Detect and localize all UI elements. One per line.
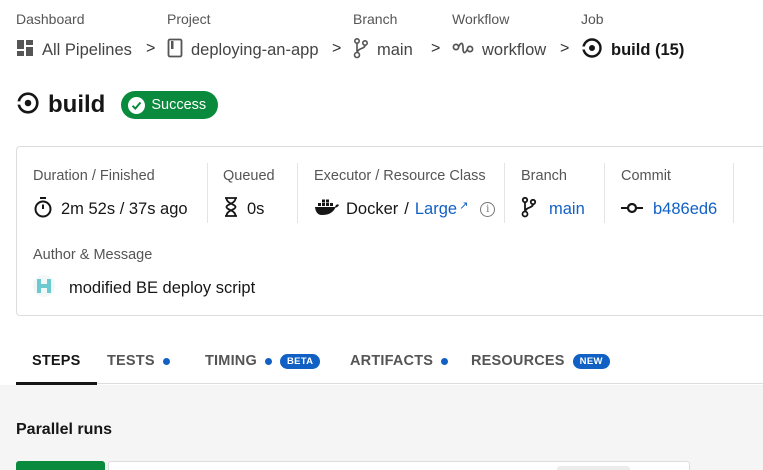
crumb-job-value[interactable]: build bbox=[611, 41, 650, 59]
branch-label: Branch bbox=[521, 168, 567, 184]
crumb-job-count: (15) bbox=[655, 40, 685, 59]
duration-label: Duration / Finished bbox=[33, 168, 155, 184]
tab-resources[interactable]: RESOURCES NEW bbox=[471, 338, 610, 384]
commit-label: Commit bbox=[621, 168, 671, 184]
chevron-right-icon: > bbox=[560, 40, 570, 57]
crumb-branch[interactable]: Branch main bbox=[353, 10, 413, 61]
stopwatch-icon bbox=[33, 196, 53, 223]
status-badge: Success bbox=[121, 91, 219, 119]
divider bbox=[604, 163, 605, 223]
dashboard-grid-icon bbox=[16, 39, 34, 62]
tab-timing[interactable]: TIMING BETA bbox=[205, 338, 321, 384]
repo-book-icon bbox=[167, 38, 183, 63]
queued-value: 0s bbox=[247, 199, 265, 218]
docker-whale-icon bbox=[314, 198, 340, 221]
divider bbox=[504, 163, 505, 223]
crumb-workflow[interactable]: Workflow workflow bbox=[452, 10, 546, 61]
branch-cell: Branch main bbox=[521, 167, 585, 221]
chevron-right-icon: > bbox=[431, 40, 441, 57]
tab-label: TESTS bbox=[107, 353, 155, 369]
crumb-branch-label: Branch bbox=[353, 11, 398, 27]
crumb-project[interactable]: Project deploying-an-app bbox=[167, 10, 319, 61]
resource-class-link[interactable]: Large bbox=[415, 200, 457, 219]
status-text: Success bbox=[151, 97, 207, 113]
page-title: build bbox=[48, 91, 106, 118]
crumb-dashboard-label: Dashboard bbox=[16, 11, 85, 27]
crumb-branch-value[interactable]: main bbox=[377, 41, 413, 60]
workflow-icon bbox=[452, 40, 474, 61]
job-tabs: STEPS TESTS TIMING BETA ARTIFACTS RESOUR… bbox=[16, 338, 763, 385]
avatar bbox=[33, 275, 55, 302]
tab-tests[interactable]: TESTS bbox=[107, 338, 170, 384]
info-icon[interactable]: i bbox=[480, 201, 496, 217]
indicator-dot bbox=[264, 357, 272, 365]
tab-steps[interactable]: STEPS bbox=[16, 338, 97, 385]
executor-slash: / bbox=[404, 199, 409, 218]
hourglass-icon bbox=[223, 196, 239, 223]
divider bbox=[297, 163, 298, 223]
tab-label: RESOURCES bbox=[471, 353, 565, 369]
selector-chip bbox=[557, 466, 630, 470]
crumb-project-value[interactable]: deploying-an-app bbox=[191, 41, 319, 60]
chevron-right-icon: > bbox=[332, 40, 342, 57]
parallel-run-selector[interactable] bbox=[108, 461, 690, 470]
author-cell: Author & Message modified BE deploy scri… bbox=[33, 247, 255, 302]
parallel-runs-title: Parallel runs bbox=[16, 421, 113, 438]
executor-label: Executor / Resource Class bbox=[314, 168, 486, 184]
tab-label: ARTIFACTS bbox=[350, 353, 434, 369]
commit-cell: Commit b486ed6 bbox=[621, 167, 717, 221]
job-icon bbox=[581, 37, 603, 64]
crumb-workflow-value[interactable]: workflow bbox=[482, 41, 546, 60]
job-details-card: Duration / Finished 2m 52s / 37s ago Que… bbox=[16, 146, 763, 316]
chevron-right-icon: > bbox=[146, 40, 156, 57]
tab-label: TIMING bbox=[205, 353, 257, 369]
duration-cell: Duration / Finished 2m 52s / 37s ago bbox=[33, 167, 188, 221]
crumb-dashboard[interactable]: Dashboard All Pipelines bbox=[16, 10, 132, 61]
divider bbox=[733, 163, 734, 223]
crumb-dashboard-value[interactable]: All Pipelines bbox=[42, 41, 132, 60]
parallel-run-button[interactable] bbox=[16, 461, 105, 470]
indicator-dot bbox=[441, 357, 449, 365]
commit-link[interactable]: b486ed6 bbox=[653, 200, 717, 219]
crumb-workflow-label: Workflow bbox=[452, 11, 510, 27]
commit-message: modified BE deploy script bbox=[69, 279, 256, 297]
executor-value: Docker bbox=[346, 199, 399, 218]
divider bbox=[207, 163, 208, 223]
indicator-dot bbox=[162, 357, 170, 365]
executor-cell: Executor / Resource Class Docker / Large… bbox=[314, 167, 496, 221]
page-header: build Success bbox=[16, 90, 219, 120]
author-label: Author & Message bbox=[33, 247, 153, 263]
check-circle-icon bbox=[128, 96, 146, 114]
tab-artifacts[interactable]: ARTIFACTS bbox=[350, 338, 449, 384]
crumb-job-label: Job bbox=[581, 11, 604, 27]
duration-value: 2m 52s / 37s ago bbox=[61, 199, 188, 218]
job-icon bbox=[16, 91, 40, 120]
external-link-icon: ↗ bbox=[459, 199, 469, 212]
steps-panel: Parallel runs bbox=[0, 385, 763, 470]
git-commit-icon bbox=[621, 200, 643, 219]
tab-label: STEPS bbox=[32, 353, 81, 369]
new-badge: NEW bbox=[572, 353, 610, 369]
queued-cell: Queued 0s bbox=[223, 167, 275, 221]
git-branch-icon bbox=[521, 196, 537, 223]
branch-link[interactable]: main bbox=[549, 200, 585, 219]
beta-badge: BETA bbox=[279, 353, 321, 369]
git-branch-icon bbox=[353, 37, 369, 64]
queued-label: Queued bbox=[223, 168, 275, 184]
crumb-project-label: Project bbox=[167, 11, 211, 27]
crumb-job[interactable]: Job build (15) bbox=[581, 10, 684, 61]
